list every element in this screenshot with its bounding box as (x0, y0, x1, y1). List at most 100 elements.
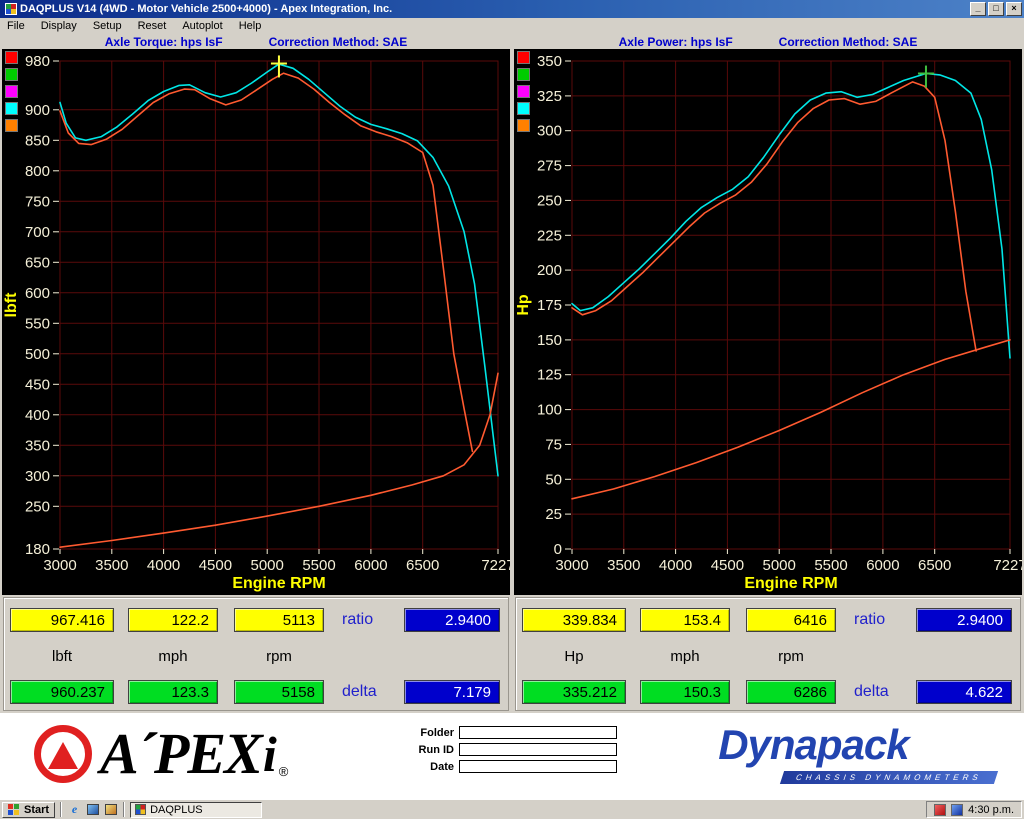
svg-text:325: 325 (537, 88, 562, 105)
folder-input[interactable] (459, 726, 617, 739)
svg-text:3000: 3000 (43, 557, 76, 574)
svg-text:200: 200 (537, 262, 562, 279)
channels-icon[interactable] (103, 802, 118, 817)
power-unit-label: Hp (522, 648, 626, 665)
legend-swatch[interactable] (517, 119, 530, 132)
dynapack-wordmark: Dynapack (718, 723, 996, 767)
apex-wordmark: A´PEX (100, 719, 261, 789)
svg-text:6000: 6000 (354, 557, 387, 574)
svg-text:300: 300 (25, 468, 50, 485)
svg-text:450: 450 (25, 376, 50, 393)
svg-text:7227: 7227 (993, 557, 1022, 574)
svg-text:75: 75 (545, 436, 562, 453)
legend-swatch[interactable] (517, 85, 530, 98)
rpm-unit-label: rpm (746, 648, 836, 665)
minimize-button[interactable]: _ (970, 2, 986, 16)
daqplus-window: DAQPLUS V14 (4WD - Motor Vehicle 2500+40… (0, 0, 1024, 819)
apex-emblem-icon (34, 725, 92, 783)
system-tray: 4:30 p.m. (926, 801, 1022, 818)
torque-chart-title: Axle Torque: hps IsF (105, 35, 223, 49)
run-info-form: Folder Run ID Date (402, 724, 617, 775)
legend-swatch[interactable] (517, 51, 530, 64)
svg-text:175: 175 (537, 297, 562, 314)
legend-swatch[interactable] (5, 68, 18, 81)
menu-file[interactable]: File (7, 20, 25, 32)
svg-text:Engine RPM: Engine RPM (744, 575, 837, 592)
power-chart-panel: Axle Power: hps IsF Correction Method: S… (512, 34, 1024, 595)
taskbar-button-daqplus[interactable]: DAQPLUS (130, 802, 262, 818)
power-current-mph: 153.4 (640, 608, 730, 632)
clock: 4:30 p.m. (968, 804, 1014, 816)
show-desktop-icon[interactable] (85, 802, 100, 817)
svg-text:0: 0 (554, 541, 562, 558)
svg-text:lbft: lbft (3, 292, 20, 318)
run-id-input[interactable] (459, 743, 617, 756)
svg-text:3000: 3000 (555, 557, 588, 574)
start-label: Start (24, 804, 49, 816)
legend-swatch[interactable] (5, 102, 18, 115)
menu-display[interactable]: Display (41, 20, 77, 32)
menu-setup[interactable]: Setup (93, 20, 122, 32)
menu-help[interactable]: Help (239, 20, 262, 32)
svg-text:50: 50 (545, 471, 562, 488)
svg-text:750: 750 (25, 193, 50, 210)
alert-status-icon[interactable] (934, 804, 946, 816)
maximize-button[interactable]: □ (988, 2, 1004, 16)
svg-text:4000: 4000 (147, 557, 180, 574)
svg-text:500: 500 (25, 346, 50, 363)
torque-current-rpm: 5113 (234, 608, 324, 632)
ratio-label: ratio (342, 611, 373, 629)
svg-text:900: 900 (25, 102, 50, 119)
ratio-value: 2.9400 (404, 608, 500, 632)
svg-text:Engine RPM: Engine RPM (232, 575, 325, 592)
close-button[interactable]: × (1006, 2, 1022, 16)
svg-text:850: 850 (25, 132, 50, 149)
svg-text:250: 250 (537, 192, 562, 209)
network-status-icon[interactable] (951, 804, 963, 816)
power-chart-title: Axle Power: hps IsF (619, 35, 733, 49)
legend-swatch[interactable] (5, 85, 18, 98)
power-previous-rpm: 6286 (746, 680, 836, 704)
svg-text:150: 150 (537, 332, 562, 349)
torque-readout-panel: 967.416 122.2 5113 ratio 2.9400 lbft mph… (3, 597, 509, 711)
svg-text:4500: 4500 (199, 557, 232, 574)
power-chart-canvas[interactable]: 3000350040004500500055006000650072273503… (514, 49, 1022, 595)
readouts-row: 967.416 122.2 5113 ratio 2.9400 lbft mph… (0, 595, 1024, 713)
svg-text:5000: 5000 (763, 557, 796, 574)
mph-unit-label: mph (128, 648, 218, 665)
window-title: DAQPLUS V14 (4WD - Motor Vehicle 2500+40… (20, 3, 968, 15)
svg-text:275: 275 (537, 158, 562, 175)
channel-legend (5, 51, 18, 132)
svg-text:980: 980 (25, 53, 50, 70)
dynapack-tagline: CHASSIS DYNAMOMETERS (780, 771, 998, 784)
svg-text:6500: 6500 (406, 557, 439, 574)
svg-text:600: 600 (25, 285, 50, 302)
legend-swatch[interactable] (517, 68, 530, 81)
svg-text:6500: 6500 (918, 557, 951, 574)
app-icon[interactable] (5, 3, 17, 15)
power-current-value: 339.834 (522, 608, 626, 632)
legend-swatch[interactable] (5, 51, 18, 64)
power-previous-value: 335.212 (522, 680, 626, 704)
apex-logo: A´PEX i ® (34, 719, 288, 789)
svg-text:800: 800 (25, 163, 50, 180)
svg-text:250: 250 (25, 498, 50, 515)
title-bar: DAQPLUS V14 (4WD - Motor Vehicle 2500+40… (0, 0, 1024, 18)
date-input[interactable] (459, 760, 617, 773)
menu-autoplot[interactable]: Autoplot (182, 20, 222, 32)
legend-swatch[interactable] (5, 119, 18, 132)
svg-text:5500: 5500 (814, 557, 847, 574)
start-button[interactable]: Start (2, 802, 55, 818)
svg-text:4500: 4500 (711, 557, 744, 574)
legend-swatch[interactable] (517, 102, 530, 115)
torque-previous-value: 960.237 (10, 680, 114, 704)
delta-value: 4.622 (916, 680, 1012, 704)
internet-explorer-icon[interactable]: e (67, 802, 82, 817)
menu-reset[interactable]: Reset (138, 20, 167, 32)
svg-text:650: 650 (25, 254, 50, 271)
rpm-unit-label: rpm (234, 648, 324, 665)
svg-text:350: 350 (537, 53, 562, 70)
torque-previous-mph: 123.3 (128, 680, 218, 704)
torque-chart-canvas[interactable]: 3000350040004500500055006000650072279809… (2, 49, 510, 595)
dynapack-logo: Dynapack CHASSIS DYNAMOMETERS (718, 723, 996, 785)
